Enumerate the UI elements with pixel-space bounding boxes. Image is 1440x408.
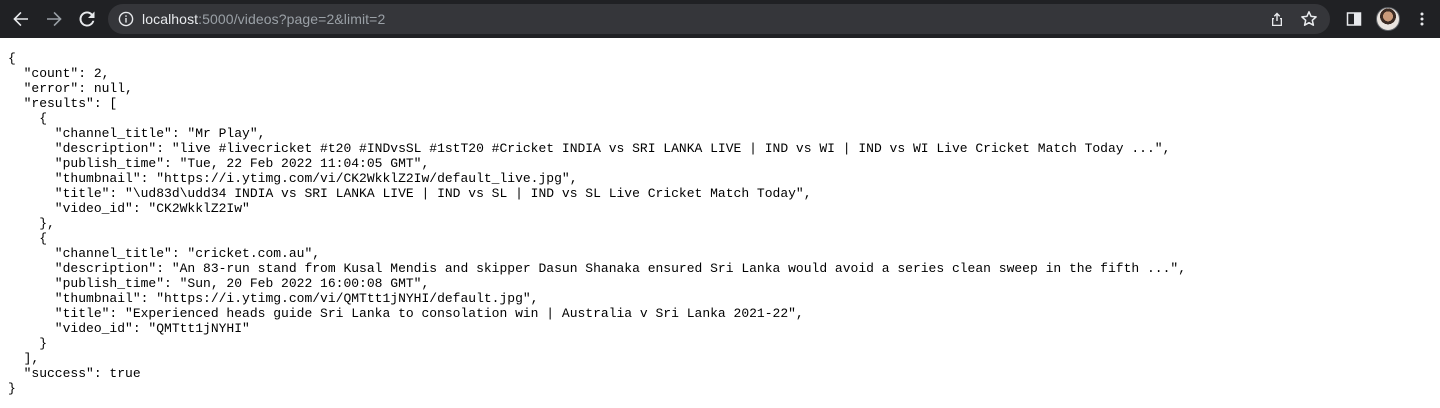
json-line: "publish_time": "Sun, 20 Feb 2022 16:00:… [8,276,430,291]
share-icon[interactable] [1264,6,1290,32]
browser-toolbar: localhost:5000/videos?page=2&limit=2 [0,0,1440,38]
side-panel-button[interactable] [1338,3,1370,35]
json-line: "channel_title": "cricket.com.au", [8,246,321,261]
url-host: localhost [142,11,199,27]
url-text[interactable]: localhost:5000/videos?page=2&limit=2 [142,11,385,27]
kebab-menu-icon [1414,11,1430,27]
forward-button[interactable] [38,3,70,35]
json-line: { [8,111,48,126]
toolbar-actions [1338,3,1438,35]
json-line: "publish_time": "Tue, 22 Feb 2022 11:04:… [8,156,430,171]
json-line: ], [8,351,40,366]
json-line: "description": "live #livecricket #t20 #… [8,141,1171,156]
json-line: } [8,336,48,351]
json-line: "results": [ [8,96,118,111]
json-response-body: { "count": 2, "error": null, "results": … [8,51,1186,396]
star-icon[interactable] [1296,6,1322,32]
url-path: :5000/videos?page=2&limit=2 [198,11,386,27]
json-line: "thumbnail": "https://i.ytimg.com/vi/CK2… [8,171,578,186]
json-line: "description": "An 83-run stand from Kus… [8,261,1186,276]
json-line: "video_id": "CK2WkklZ2Iw" [8,201,250,216]
json-line: "error": null, [8,81,133,96]
json-line: "count": 2, [8,66,110,81]
reload-icon [78,10,96,28]
address-bar[interactable]: localhost:5000/videos?page=2&limit=2 [108,4,1330,34]
reload-button[interactable] [71,3,103,35]
json-line: "title": "\ud83d\udd34 INDIA vs SRI LANK… [8,186,812,201]
json-line: "channel_title": "Mr Play", [8,126,266,141]
side-panel-icon [1346,11,1362,27]
json-line: { [8,231,48,246]
info-icon[interactable] [118,11,134,27]
json-line: "title": "Experienced heads guide Sri La… [8,306,804,321]
json-line: "video_id": "QMTtt1jNYHI" [8,321,250,336]
back-button[interactable] [5,3,37,35]
json-line: }, [8,216,55,231]
menu-button[interactable] [1406,3,1438,35]
json-line: "success": true [8,366,141,381]
json-line: "thumbnail": "https://i.ytimg.com/vi/QMT… [8,291,539,306]
profile-button[interactable] [1372,3,1404,35]
json-line: } [8,381,16,396]
back-arrow-icon [12,10,30,28]
forward-arrow-icon [45,10,63,28]
json-line: { [8,51,16,66]
profile-avatar [1376,7,1400,31]
